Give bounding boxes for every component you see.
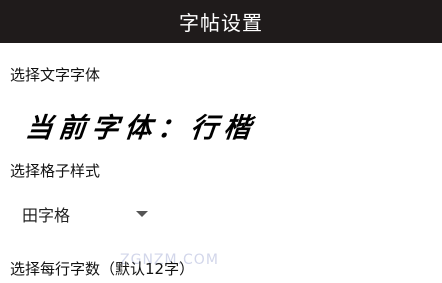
settings-page: 字帖设置 选择文字字体 当前字体：行楷 选择格子样式 田字格 ZGNZM.COM… [0,0,442,283]
current-font-display[interactable]: 当前字体：行楷 [24,106,259,145]
title-bar: 字帖设置 [0,0,442,43]
font-section-label: 选择文字字体 [10,66,101,84]
chevron-down-icon [136,211,148,217]
grid-style-selected-value: 田字格 [22,206,71,225]
grid-style-dropdown[interactable]: 田字格 [22,200,158,228]
grid-section-label: 选择格子样式 [10,162,101,180]
page-title: 字帖设置 [179,11,263,35]
chars-per-line-section-label: 选择每行字数（默认12字） [10,260,195,278]
